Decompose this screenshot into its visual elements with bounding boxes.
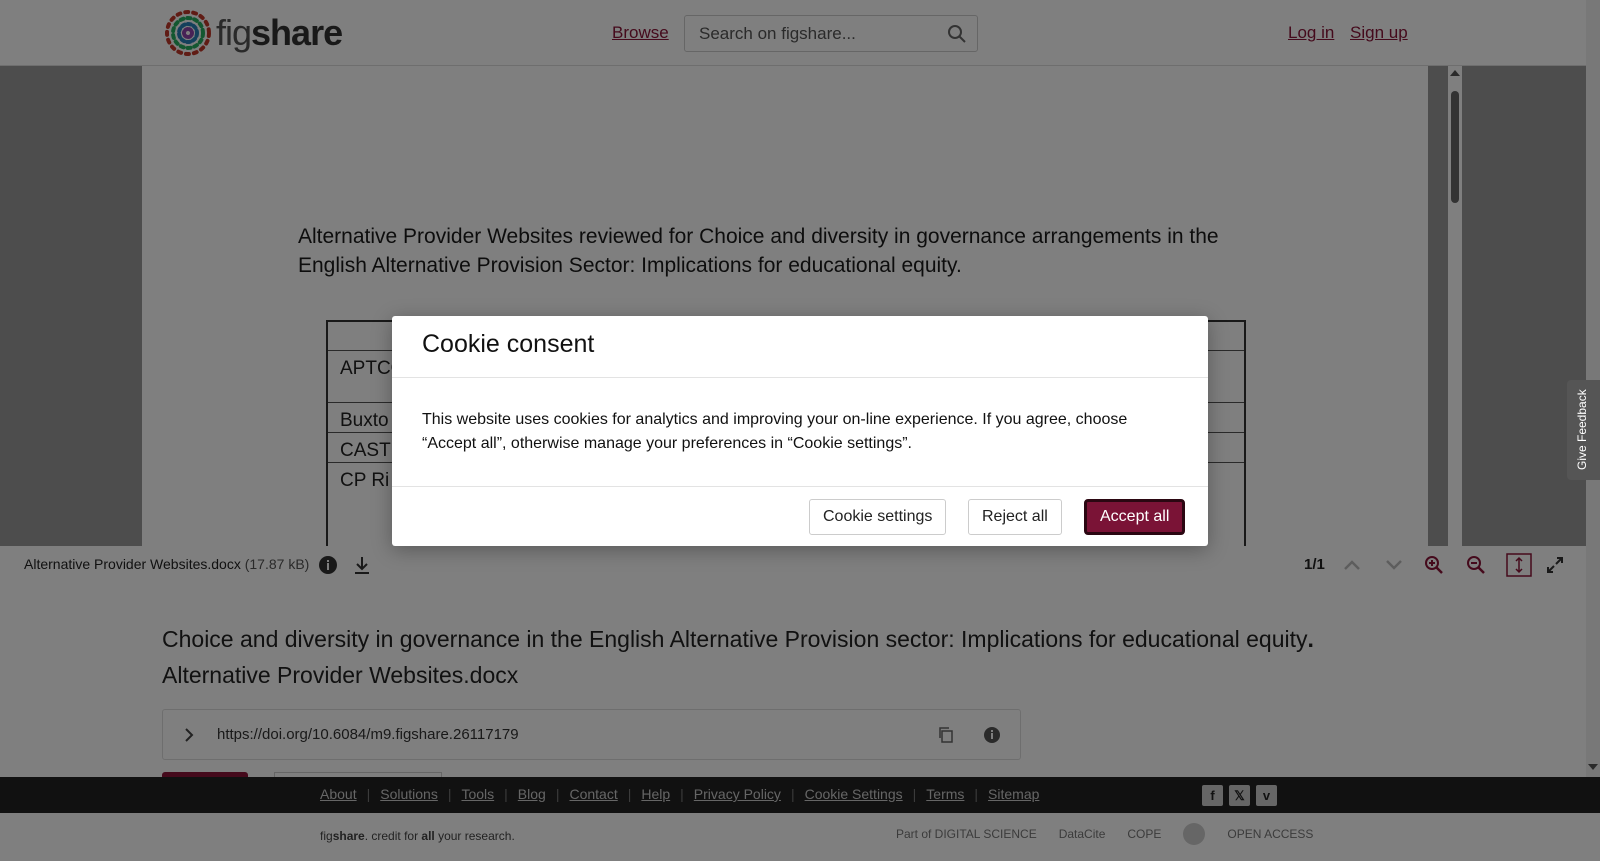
modal-footer: Cookie settings Reject all Accept all: [392, 487, 1208, 545]
modal-body: This website uses cookies for analytics …: [392, 378, 1208, 487]
modal-title: Cookie consent: [422, 330, 595, 358]
feedback-label: Give Feedback: [1575, 389, 1589, 470]
cookie-settings-button[interactable]: Cookie settings: [809, 499, 947, 535]
reject-all-button[interactable]: Reject all: [968, 499, 1062, 535]
accept-all-button[interactable]: Accept all: [1084, 499, 1186, 535]
modal-header: Cookie consent: [392, 316, 1208, 378]
give-feedback-tab[interactable]: Give Feedback: [1567, 380, 1600, 480]
cookie-consent-dialog: Cookie consent This website uses cookies…: [392, 316, 1208, 546]
